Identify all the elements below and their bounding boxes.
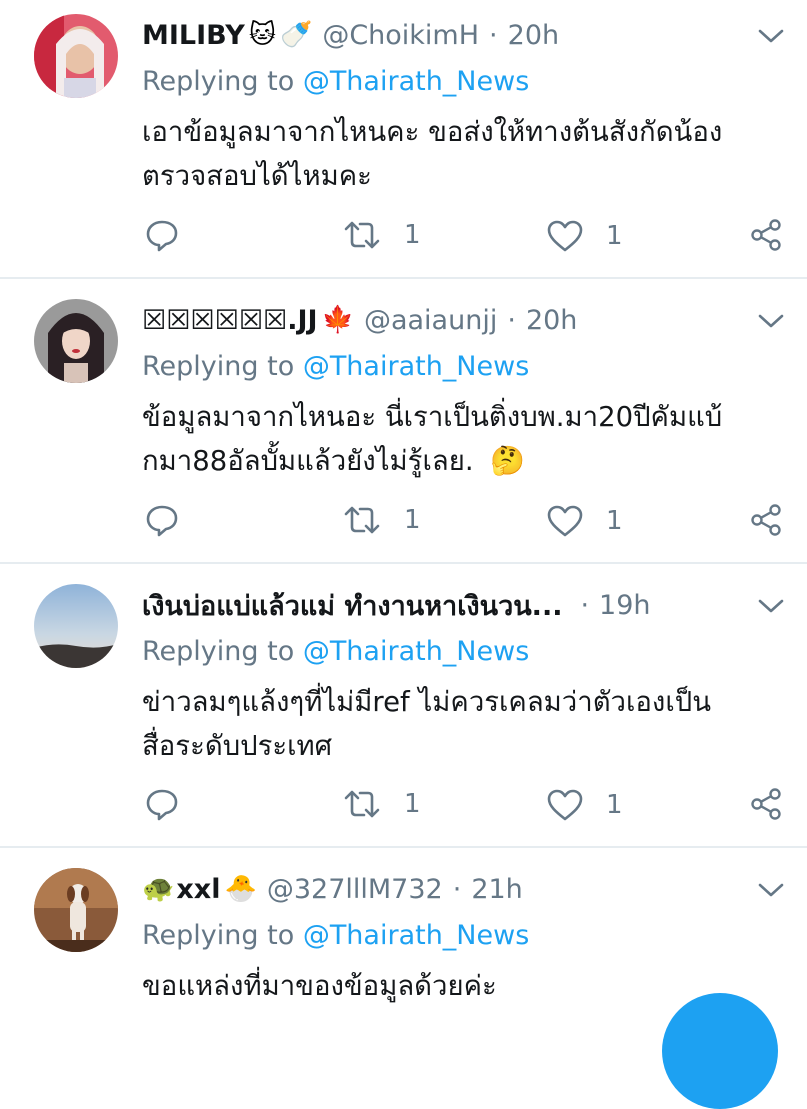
retweet-icon: [344, 790, 380, 818]
display-name[interactable]: MILIBY: [142, 20, 245, 51]
like-count: 1: [606, 790, 623, 820]
heart-icon: [547, 789, 583, 821]
tweet-text: ข่าวลมๆแล้งๆที่ไม่มีref ไม่ควรเคลมว่าตัว…: [142, 680, 792, 768]
avatar[interactable]: [34, 14, 118, 98]
timestamp[interactable]: 20h: [526, 305, 577, 336]
display-name[interactable]: xxl: [176, 874, 220, 905]
replying-label: Replying to: [142, 920, 295, 951]
like-count: 1: [606, 506, 623, 536]
reply-button[interactable]: [145, 503, 179, 537]
tweet-card[interactable]: เงินบ่อแบ่แล้วแม่ ทำงานหาเงินวน... · 19h…: [0, 564, 807, 847]
tweet-card[interactable]: ☒☒☒☒☒☒.JJ 🍁 @aaiaunjj · 20h Replying to …: [0, 279, 807, 563]
replying-handle-link[interactable]: @Thairath_News: [303, 636, 529, 667]
retweet-icon: [344, 506, 380, 534]
chevron-down-icon[interactable]: [756, 880, 786, 900]
user-handle[interactable]: @aaiaunjj: [364, 305, 497, 336]
reply-button[interactable]: [145, 787, 179, 821]
hatching-chick-emoji: 🐣: [224, 874, 257, 904]
turtle-emoji: 🐢: [142, 874, 175, 904]
author-row: เงินบ่อแบ่แล้วแม่ ทำงานหาเงินวน... · 19h: [142, 585, 651, 625]
retweet-icon: [344, 221, 380, 249]
author-row: MILIBY 🐱 🍼 @ChoikimH · 20h: [142, 15, 559, 55]
tweet-text-line-with-emoji: กมา88อัลบั้มแล้วยังไม่รู้เลย. 🤔: [142, 439, 792, 483]
like-count: 1: [606, 221, 623, 251]
timestamp[interactable]: 19h: [599, 590, 650, 621]
avatar[interactable]: [34, 299, 118, 383]
replying-label: Replying to: [142, 351, 295, 382]
retweet-button[interactable]: 1: [342, 505, 421, 535]
share-button[interactable]: [749, 787, 783, 821]
retweet-button[interactable]: 1: [342, 789, 421, 819]
reply-icon: [146, 220, 178, 252]
tweet-text-line: ข่าวลมๆแล้งๆที่ไม่มีref ไม่ควรเคลมว่าตัว…: [142, 686, 711, 718]
replying-to: Replying to @Thairath_News: [142, 351, 529, 382]
replying-label: Replying to: [142, 66, 295, 97]
share-icon: [751, 504, 781, 536]
chevron-down-icon[interactable]: [756, 311, 786, 331]
tweet-card[interactable]: MILIBY 🐱 🍼 @ChoikimH · 20h Replying to @…: [0, 0, 807, 278]
replying-to: Replying to @Thairath_News: [142, 920, 529, 951]
tweet-text: ข้อมูลมาจากไหนอะ นี่เราเป็นติ่งบพ.มา20ปี…: [142, 395, 792, 483]
like-button[interactable]: 1: [546, 788, 623, 822]
share-button[interactable]: [749, 503, 783, 537]
replying-handle-link[interactable]: @Thairath_News: [303, 66, 529, 97]
replying-label: Replying to: [142, 636, 295, 667]
tweet-text-line: กมา88อัลบั้มแล้วยังไม่รู้เลย.: [142, 445, 474, 477]
timestamp[interactable]: 20h: [508, 20, 559, 51]
avatar[interactable]: [34, 584, 118, 668]
separator-dot: ·: [452, 873, 462, 905]
timestamp[interactable]: 21h: [471, 874, 522, 905]
heart-icon: [547, 505, 583, 537]
reply-icon: [146, 505, 178, 537]
baby-bottle-emoji: 🍼: [279, 20, 313, 50]
replying-to: Replying to @Thairath_News: [142, 66, 529, 97]
avatar[interactable]: [34, 868, 118, 952]
tweet-card[interactable]: 🐢 xxl 🐣 @327lllM732 · 21h Replying to @T…: [0, 848, 807, 1024]
tweet-text-line: เอาข้อมูลมาจากไหนคะ ขอส่งให้ทางต้นสังกัด…: [142, 116, 723, 148]
reply-icon: [146, 789, 178, 821]
separator-dot: ·: [580, 589, 590, 621]
author-row: 🐢 xxl 🐣 @327lllM732 · 21h: [142, 869, 523, 909]
tweet-text-line: สื่อระดับประเทศ: [142, 730, 333, 762]
replying-handle-link[interactable]: @Thairath_News: [303, 351, 529, 382]
heart-icon: [547, 220, 583, 252]
retweet-button[interactable]: 1: [342, 220, 421, 250]
replying-to: Replying to @Thairath_News: [142, 636, 529, 667]
like-button[interactable]: 1: [546, 504, 623, 538]
maple-leaf-emoji: 🍁: [321, 305, 354, 335]
retweet-count: 1: [404, 505, 421, 535]
retweet-count: 1: [404, 220, 421, 250]
share-icon: [751, 788, 781, 820]
user-handle[interactable]: @327lllM732: [267, 874, 443, 905]
chevron-down-icon[interactable]: [756, 596, 786, 616]
cat-face-emoji: 🐱: [248, 20, 276, 50]
replying-handle-link[interactable]: @Thairath_News: [303, 920, 529, 951]
tweet-text-line: ตรวจสอบได้ไหมคะ: [142, 160, 372, 192]
user-handle[interactable]: @ChoikimH: [322, 20, 479, 51]
reply-button[interactable]: [145, 218, 179, 252]
retweet-count: 1: [404, 789, 421, 819]
display-name[interactable]: ☒☒☒☒☒☒.JJ: [142, 305, 318, 336]
author-row: ☒☒☒☒☒☒.JJ 🍁 @aaiaunjj · 20h: [142, 300, 577, 340]
tweet-text: เอาข้อมูลมาจากไหนคะ ขอส่งให้ทางต้นสังกัด…: [142, 110, 792, 198]
share-icon: [751, 219, 781, 251]
thinking-face-emoji: 🤔: [490, 444, 526, 477]
chevron-down-icon[interactable]: [756, 26, 786, 46]
like-button[interactable]: 1: [546, 219, 623, 253]
separator-dot: ·: [507, 304, 516, 336]
compose-tweet-button[interactable]: [662, 993, 778, 1109]
display-name[interactable]: เงินบ่อแบ่แล้วแม่ ทำงานหาเงินวน...: [142, 584, 562, 627]
separator-dot: ·: [489, 19, 498, 51]
share-button[interactable]: [749, 218, 783, 252]
tweet-text-line: ข้อมูลมาจากไหนอะ นี่เราเป็นติ่งบพ.มา20ปี…: [142, 401, 723, 433]
